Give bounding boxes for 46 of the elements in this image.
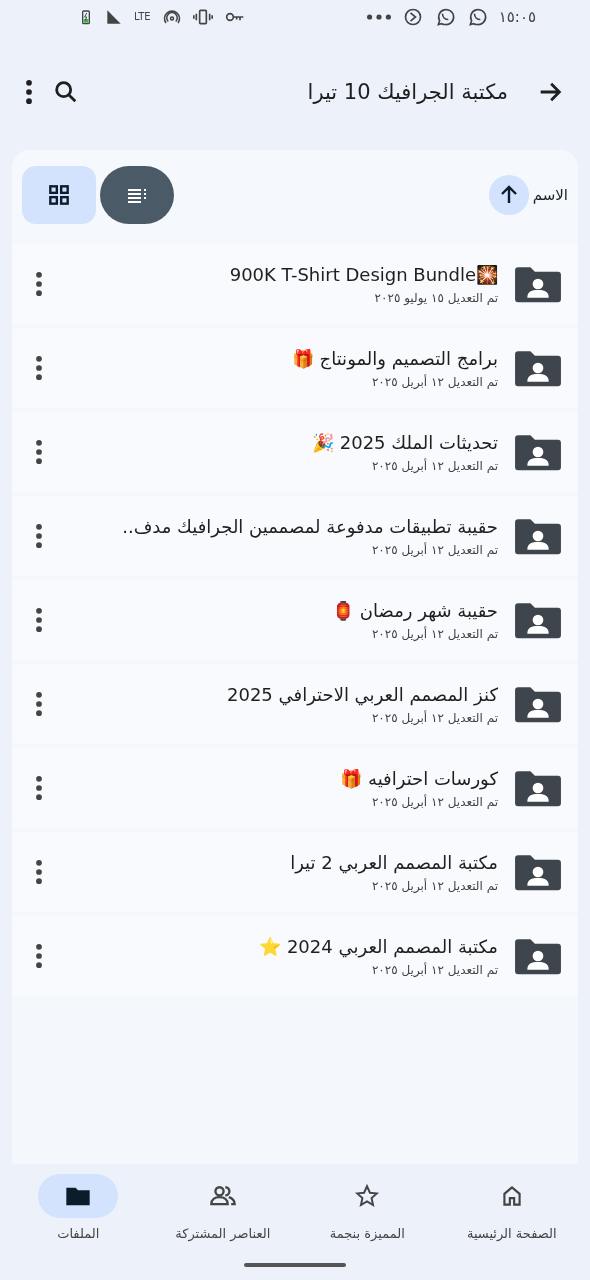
more-icon bbox=[36, 692, 42, 716]
play-circle-icon bbox=[402, 7, 423, 27]
more-icon bbox=[36, 860, 42, 884]
more-icon bbox=[36, 440, 42, 464]
modified-date: تم التعديل ١٥ يوليو ٢٠٢٥ bbox=[373, 290, 498, 305]
star-icon bbox=[354, 1183, 381, 1209]
folder-title: مكتبة الجرافيك 10 تيرا bbox=[307, 80, 508, 104]
folder-name: 900K T-Shirt Design Bundle🎇 bbox=[228, 263, 498, 285]
more-icon bbox=[36, 608, 42, 632]
modified-date: تم التعديل ١٢ أبريل ٢٠٢٥ bbox=[370, 794, 498, 809]
more-icon bbox=[36, 776, 42, 800]
nav-tab[interactable]: العناصر المشتركة bbox=[152, 1174, 293, 1241]
more-icon bbox=[36, 944, 42, 968]
folder-name: حقيبة تطبيقات مدفوعة لمصممين الجرافيك مدف.. bbox=[121, 515, 498, 537]
clock: ١٥:٠٥ bbox=[498, 8, 536, 26]
modified-date: تم التعديل ١٢ أبريل ٢٠٢٥ bbox=[370, 962, 498, 977]
more-icon bbox=[366, 14, 391, 20]
modified-date: تم التعديل ١٢ أبريل ٢٠٢٥ bbox=[370, 878, 498, 893]
more-icon bbox=[26, 80, 32, 104]
modified-date: تم التعديل ١٢ أبريل ٢٠٢٥ bbox=[370, 710, 498, 725]
folder-name: مكتبة المصمم العربي 2 تيرا bbox=[289, 851, 498, 873]
nav-tab[interactable]: المميزة بنجمة bbox=[297, 1174, 438, 1241]
network-label: LTE bbox=[134, 12, 151, 22]
folder-name: كنز المصمم العربي الاحترافي 2025 bbox=[226, 683, 498, 705]
grid-icon bbox=[46, 182, 72, 208]
view-toggle-button[interactable] bbox=[22, 166, 96, 224]
whatsapp-icon bbox=[466, 7, 487, 27]
nav-tab[interactable]: الملفات bbox=[8, 1174, 149, 1241]
view-toggle-button[interactable] bbox=[100, 166, 174, 224]
folder-name: مكتبة المصمم العربي 2024 ⭐ bbox=[258, 935, 498, 957]
modified-date: تم التعديل ١٢ أبريل ٢٠٢٥ bbox=[370, 542, 498, 557]
modified-date: تم التعديل ١٢ أبريل ٢٠٢٥ bbox=[370, 374, 498, 389]
folder-name: برامج التصميم والمونتاج 🎁 bbox=[290, 347, 498, 369]
more-icon bbox=[36, 356, 42, 380]
signal-icon bbox=[106, 9, 122, 25]
whatsapp-icon bbox=[434, 7, 455, 27]
folder-name: حقيبة شهر رمضان 🏮 bbox=[331, 599, 498, 621]
more-icon bbox=[36, 272, 42, 296]
hotspot-icon bbox=[162, 8, 181, 26]
folder-name: كورسات احترافيه 🎁 bbox=[339, 767, 498, 789]
modified-date: تم التعديل ١٢ أبريل ٢٠٢٥ bbox=[370, 626, 498, 641]
nav-tab[interactable]: الصفحة الرئيسية bbox=[441, 1174, 582, 1241]
folder-name: تحديثات الملك 2025 🎉 bbox=[311, 431, 498, 453]
modified-date: تم التعديل ١٢ أبريل ٢٠٢٥ bbox=[370, 458, 498, 473]
vibrate-icon bbox=[192, 7, 213, 27]
more-icon bbox=[36, 524, 42, 548]
